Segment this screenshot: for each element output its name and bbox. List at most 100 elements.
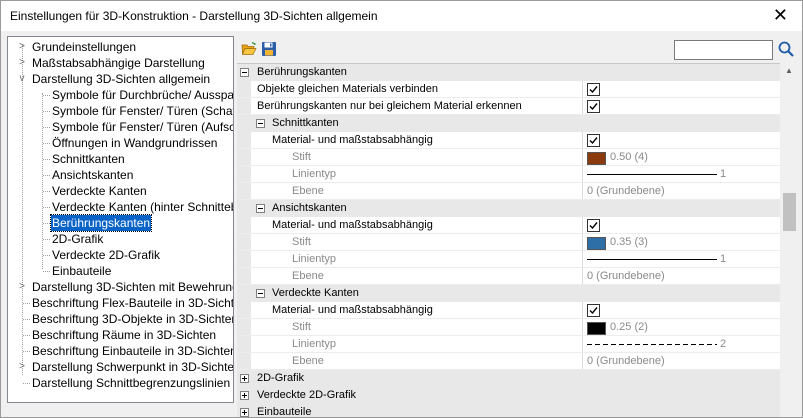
collapse-icon[interactable] (256, 289, 265, 298)
tree-connector (22, 45, 23, 375)
tree-connector (23, 335, 30, 336)
grid-gutter (237, 217, 251, 234)
subcategory-sub3[interactable]: Verdeckte Kanten (237, 285, 780, 302)
linetype-value: 1 (720, 168, 727, 180)
property-label: Ebene (292, 355, 324, 367)
property-label: Verdeckte 2D-Grafik (257, 389, 357, 401)
property-label: Einbauteile (257, 406, 312, 418)
tree-connector (43, 271, 50, 272)
checkbox[interactable] (587, 304, 600, 317)
property-label: Ansichtskanten (272, 202, 347, 214)
property-label: Schnittkanten (272, 117, 339, 129)
save-settings-icon[interactable] (261, 41, 277, 57)
linetype-preview[interactable] (587, 336, 717, 353)
grid-gutter (237, 166, 251, 183)
subcategory-sub1[interactable]: Schnittkanten (237, 115, 780, 132)
property-linientyp[interactable]: Linientyp 2 (237, 336, 780, 353)
tree-connector (43, 239, 50, 240)
pen-color-swatch[interactable] (587, 152, 606, 165)
window-title: Einstellungen für 3D-Konstruktion - Dars… (10, 9, 378, 23)
category-verdeckte-2d-grafik[interactable]: Verdeckte 2D-Grafik (237, 387, 780, 404)
property-stift[interactable]: Stift 0.25 (2) (237, 319, 780, 336)
checkbox[interactable] (587, 219, 600, 232)
tree-item-label: Ansichtskanten (52, 168, 134, 182)
property-ebene[interactable]: Ebene 0 (Grundebene) (237, 268, 780, 285)
category-einbauteile[interactable]: Einbauteile (237, 404, 780, 418)
expand-icon[interactable] (240, 408, 249, 417)
search-input[interactable] (674, 40, 773, 60)
tree-connector (43, 191, 50, 192)
property-label: Objekte gleichen Materials verbinden (257, 83, 438, 95)
column-separator (582, 234, 583, 251)
subcategory-sub2[interactable]: Ansichtskanten (237, 200, 780, 217)
scroll-up-icon[interactable]: ▲ (785, 66, 793, 75)
tree-item-label: Symbole für Durchbrüche/ Aussparun (52, 88, 234, 102)
property-nur-gleiches-material[interactable]: Berührungskanten nur bei gleichem Materi… (237, 98, 780, 115)
property-label: Linientyp (292, 168, 337, 180)
column-separator (582, 353, 583, 370)
settings-tree[interactable]: > Grundeinstellungen > Maßstabsabhängige Da… (7, 36, 234, 403)
pen-color-swatch[interactable] (587, 237, 606, 250)
column-separator (582, 183, 583, 200)
property-grid[interactable]: Berührungskanten Objekte gleichen Materia… (237, 63, 780, 418)
column-separator (582, 81, 583, 98)
property-stift[interactable]: Stift 0.50 (4) (237, 149, 780, 166)
linetype-value: 1 (720, 253, 727, 265)
property-label: Material- und maßstabsabhängig (272, 134, 433, 146)
expand-icon[interactable] (240, 374, 249, 383)
property-material-abhaengig[interactable]: Material- und maßstabsabhängig (237, 132, 780, 149)
expand-icon[interactable] (240, 391, 249, 400)
scroll-thumb[interactable] (783, 193, 796, 231)
property-label: Berührungskanten nur bei gleichem Materi… (257, 100, 522, 112)
expand-icon[interactable]: > (17, 55, 27, 71)
property-value: 0 (Grundebene) (587, 270, 665, 282)
tree-item-label: Beschriftung Flex-Bauteile in 3D-Sichten (32, 296, 234, 310)
linetype-preview[interactable] (587, 166, 717, 183)
checkbox[interactable] (587, 134, 600, 147)
property-material-abhaengig[interactable]: Material- und maßstabsabhängig (237, 217, 780, 234)
grid-gutter (237, 183, 251, 200)
property-linientyp[interactable]: Linientyp 1 (237, 251, 780, 268)
tree-connector (42, 93, 43, 269)
property-ebene[interactable]: Ebene 0 (Grundebene) (237, 183, 780, 200)
close-icon[interactable]: ✕ (773, 5, 788, 25)
category-beruehrungskanten[interactable]: Berührungskanten (237, 64, 780, 81)
property-label: Berührungskanten (257, 66, 347, 78)
checkbox[interactable] (587, 100, 600, 113)
checkbox[interactable] (587, 83, 600, 96)
pen-color-swatch[interactable] (587, 322, 606, 335)
expand-icon[interactable]: > (17, 359, 27, 375)
property-label: Stift (292, 151, 311, 163)
collapse-icon[interactable] (256, 204, 265, 213)
title-bar: Einstellungen für 3D-Konstruktion - Dars… (1, 1, 802, 31)
tree-item-label: 2D-Grafik (52, 232, 104, 246)
column-separator (582, 132, 583, 149)
tree-item-label: Maßstabsabhängige Darstellung (32, 56, 205, 70)
collapse-icon[interactable] (256, 119, 265, 128)
grid-scrollbar[interactable]: ▲ (781, 63, 798, 417)
tree-item-label: Symbole für Fenster/ Türen (Schatten (52, 104, 234, 118)
property-material-abhaengig[interactable]: Material- und maßstabsabhängig (237, 302, 780, 319)
pen-value: 0.35 (3) (610, 236, 648, 248)
grid-gutter (237, 132, 251, 149)
column-separator (582, 166, 583, 183)
collapse-icon[interactable]: v (17, 71, 27, 87)
column-separator (582, 302, 583, 319)
linetype-preview[interactable] (587, 251, 717, 268)
open-folder-icon[interactable] (241, 41, 257, 57)
property-ebene[interactable]: Ebene 0 (Grundebene) (237, 353, 780, 370)
expand-icon[interactable]: > (17, 279, 27, 295)
pen-value: 0.50 (4) (610, 151, 648, 163)
tree-connector (43, 207, 50, 208)
property-linientyp[interactable]: Linientyp 1 (237, 166, 780, 183)
collapse-icon[interactable] (240, 68, 249, 77)
grid-gutter (237, 149, 251, 166)
property-stift[interactable]: Stift 0.35 (3) (237, 234, 780, 251)
tree-item-label: Symbole für Fenster/ Türen (Aufschla (52, 120, 234, 134)
grid-gutter (237, 98, 251, 115)
search-icon[interactable] (777, 40, 795, 58)
property-objekte-verbinden[interactable]: Objekte gleichen Materials verbinden (237, 81, 780, 98)
tree-item-label: Darstellung 3D-Sichten allgemein (32, 72, 211, 86)
category-2d-grafik[interactable]: 2D-Grafik (237, 370, 780, 387)
expand-icon[interactable]: > (17, 39, 27, 55)
